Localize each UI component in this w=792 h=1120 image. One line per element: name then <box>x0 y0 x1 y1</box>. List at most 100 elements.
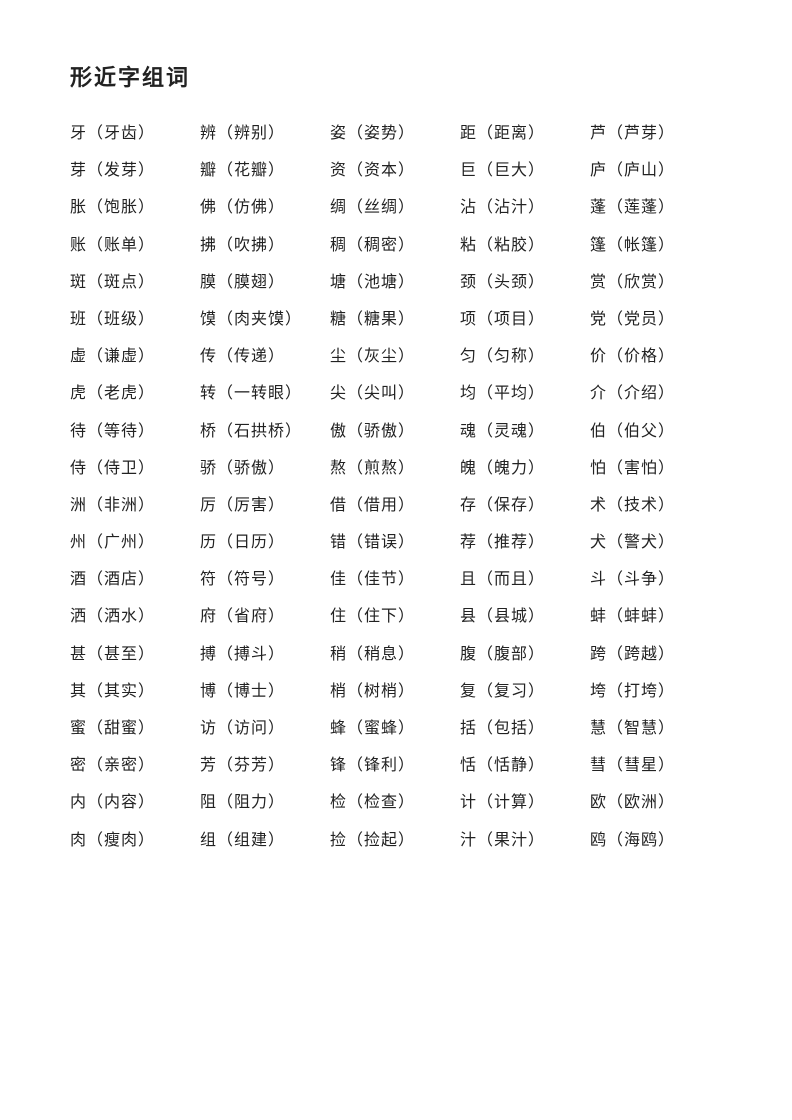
list-item: 怕（害怕） <box>590 455 720 482</box>
list-item: 蚌（蚌蚌） <box>590 603 720 630</box>
list-item: 待（等待） <box>70 418 200 445</box>
table-row: 内（内容）阻（阻力）检（检查）计（计算）欧（欧洲） <box>70 789 722 816</box>
list-item: 汁（果汁） <box>460 827 590 854</box>
table-row: 班（班级）馍（肉夹馍）糖（糖果）项（项目）党（党员） <box>70 306 722 333</box>
list-item: 膜（膜翅） <box>200 269 330 296</box>
list-item: 粘（粘胶） <box>460 232 590 259</box>
table-row: 斑（斑点）膜（膜翅）塘（池塘）颈（头颈）赏（欣赏） <box>70 269 722 296</box>
list-item: 蜂（蜜蜂） <box>330 715 460 742</box>
list-item: 瓣（花瓣） <box>200 157 330 184</box>
list-item: 术（技术） <box>590 492 720 519</box>
list-item: 捡（捡起） <box>330 827 460 854</box>
list-item: 访（访问） <box>200 715 330 742</box>
list-item: 傲（骄傲） <box>330 418 460 445</box>
list-item: 府（省府） <box>200 603 330 630</box>
list-item: 资（资本） <box>330 157 460 184</box>
list-item: 芦（芦芽） <box>590 120 720 147</box>
list-item: 熬（煎熬） <box>330 455 460 482</box>
list-item: 锋（锋利） <box>330 752 460 779</box>
table-row: 密（亲密）芳（芬芳）锋（锋利）恬（恬静）彗（彗星） <box>70 752 722 779</box>
list-item: 介（介绍） <box>590 380 720 407</box>
list-item: 组（组建） <box>200 827 330 854</box>
list-item: 符（符号） <box>200 566 330 593</box>
list-item: 检（检查） <box>330 789 460 816</box>
list-item: 稍（稍息） <box>330 641 460 668</box>
list-item: 胀（饱胀） <box>70 194 200 221</box>
list-item: 甚（甚至） <box>70 641 200 668</box>
list-item: 县（县城） <box>460 603 590 630</box>
list-item: 鸥（海鸥） <box>590 827 720 854</box>
list-item: 魄（魄力） <box>460 455 590 482</box>
list-item: 括（包括） <box>460 715 590 742</box>
list-item: 项（项目） <box>460 306 590 333</box>
list-item: 跨（跨越） <box>590 641 720 668</box>
list-item: 转（一转眼） <box>200 380 330 407</box>
table-row: 牙（牙齿）辨（辨别）姿（姿势）距（距离）芦（芦芽） <box>70 120 722 147</box>
list-item: 巨（巨大） <box>460 157 590 184</box>
list-item: 篷（帐篷） <box>590 232 720 259</box>
list-item: 庐（庐山） <box>590 157 720 184</box>
table-row: 肉（瘦肉）组（组建）捡（捡起）汁（果汁）鸥（海鸥） <box>70 827 722 854</box>
list-item: 斗（斗争） <box>590 566 720 593</box>
table-row: 酒（酒店）符（符号）佳（佳节）且（而且）斗（斗争） <box>70 566 722 593</box>
list-item: 厉（厉害） <box>200 492 330 519</box>
list-item: 虎（老虎） <box>70 380 200 407</box>
list-item: 密（亲密） <box>70 752 200 779</box>
table-row: 洲（非洲）厉（厉害）借（借用）存（保存）术（技术） <box>70 492 722 519</box>
list-item: 赏（欣赏） <box>590 269 720 296</box>
list-item: 佳（佳节） <box>330 566 460 593</box>
list-item: 牙（牙齿） <box>70 120 200 147</box>
list-item: 错（错误） <box>330 529 460 556</box>
list-item: 博（博士） <box>200 678 330 705</box>
list-item: 馍（肉夹馍） <box>200 306 330 333</box>
table-row: 待（等待）桥（石拱桥）傲（骄傲）魂（灵魂）伯（伯父） <box>70 418 722 445</box>
list-item: 姿（姿势） <box>330 120 460 147</box>
list-item: 芽（发芽） <box>70 157 200 184</box>
list-item: 欧（欧洲） <box>590 789 720 816</box>
list-item: 糖（糖果） <box>330 306 460 333</box>
table-row: 虎（老虎）转（一转眼）尖（尖叫）均（平均）介（介绍） <box>70 380 722 407</box>
list-item: 塘（池塘） <box>330 269 460 296</box>
list-item: 绸（丝绸） <box>330 194 460 221</box>
list-item: 借（借用） <box>330 492 460 519</box>
list-item: 阻（阻力） <box>200 789 330 816</box>
list-item: 芳（芬芳） <box>200 752 330 779</box>
list-item: 骄（骄傲） <box>200 455 330 482</box>
list-item: 住（住下） <box>330 603 460 630</box>
table-row: 侍（侍卫）骄（骄傲）熬（煎熬）魄（魄力）怕（害怕） <box>70 455 722 482</box>
list-item: 沾（沾汁） <box>460 194 590 221</box>
table-row: 胀（饱胀）佛（仿佛）绸（丝绸）沾（沾汁）蓬（莲蓬） <box>70 194 722 221</box>
list-item: 彗（彗星） <box>590 752 720 779</box>
list-item: 传（传递） <box>200 343 330 370</box>
list-item: 蓬（莲蓬） <box>590 194 720 221</box>
list-item: 慧（智慧） <box>590 715 720 742</box>
list-item: 匀（匀称） <box>460 343 590 370</box>
list-item: 历（日历） <box>200 529 330 556</box>
page-title: 形近字组词 <box>70 60 722 92</box>
table-row: 账（账单）拂（吹拂）稠（稠密）粘（粘胶）篷（帐篷） <box>70 232 722 259</box>
list-item: 恬（恬静） <box>460 752 590 779</box>
list-item: 洲（非洲） <box>70 492 200 519</box>
list-item: 计（计算） <box>460 789 590 816</box>
list-item: 酒（酒店） <box>70 566 200 593</box>
table-row: 虚（谦虚）传（传递）尘（灰尘）匀（匀称）价（价格） <box>70 343 722 370</box>
list-item: 肉（瘦肉） <box>70 827 200 854</box>
list-item: 蜜（甜蜜） <box>70 715 200 742</box>
list-item: 距（距离） <box>460 120 590 147</box>
list-item: 尖（尖叫） <box>330 380 460 407</box>
list-item: 桥（石拱桥） <box>200 418 330 445</box>
list-item: 稠（稠密） <box>330 232 460 259</box>
table-row: 芽（发芽）瓣（花瓣）资（资本）巨（巨大）庐（庐山） <box>70 157 722 184</box>
list-item: 洒（洒水） <box>70 603 200 630</box>
list-item: 其（其实） <box>70 678 200 705</box>
list-item: 虚（谦虚） <box>70 343 200 370</box>
list-item: 佛（仿佛） <box>200 194 330 221</box>
list-item: 拂（吹拂） <box>200 232 330 259</box>
list-item: 魂（灵魂） <box>460 418 590 445</box>
list-item: 尘（灰尘） <box>330 343 460 370</box>
content-grid: 牙（牙齿）辨（辨别）姿（姿势）距（距离）芦（芦芽） 芽（发芽）瓣（花瓣）资（资本）… <box>70 120 722 864</box>
page: 形近字组词 牙（牙齿）辨（辨别）姿（姿势）距（距离）芦（芦芽） 芽（发芽）瓣（花瓣… <box>0 0 792 924</box>
table-row: 其（其实）博（博士）梢（树梢）复（复习）垮（打垮） <box>70 678 722 705</box>
list-item: 垮（打垮） <box>590 678 720 705</box>
table-row: 州（广州）历（日历）错（错误）荐（推荐）犬（警犬） <box>70 529 722 556</box>
